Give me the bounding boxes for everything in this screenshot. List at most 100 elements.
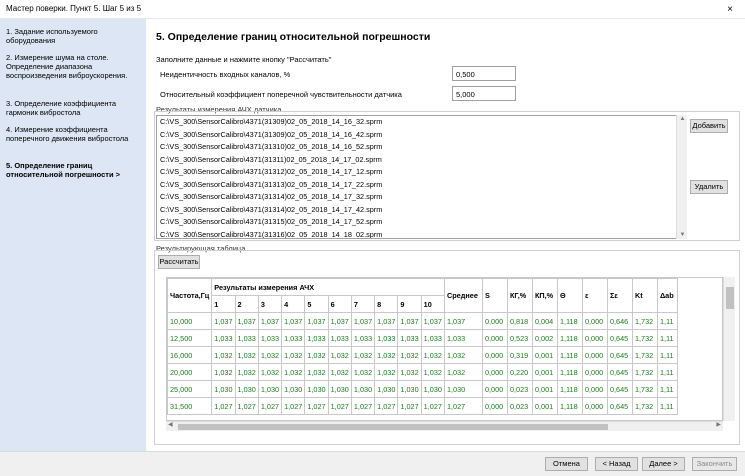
freq-cell[interactable]: 12,500 — [167, 329, 213, 347]
step-5-label-active[interactable]: 5. Определение границ относительной погр… — [6, 161, 142, 179]
stat-cell[interactable]: 1,118 — [556, 329, 583, 347]
list-item[interactable]: C:\VS_300\SensorCalibro\4371(31309)02_05… — [157, 116, 685, 129]
table-row[interactable]: 25,000 1,030 1,030 1,030 1,030 1,030 1,030 1,03… — [167, 380, 678, 398]
measurement-cell[interactable]: 1,030 — [397, 380, 422, 398]
measurement-cell[interactable]: 1,037 — [234, 312, 259, 330]
stat-cell[interactable]: 0,645 — [606, 329, 633, 347]
step-2-label[interactable]: 2. Измерение шума на столе. Определение … — [6, 53, 142, 80]
stat-cell[interactable]: 0,000 — [481, 312, 508, 330]
stat-cell[interactable]: 0,523 — [506, 329, 533, 347]
measurement-cell[interactable]: 1,027 — [304, 397, 329, 415]
measurement-cell[interactable]: 1,037 — [304, 312, 329, 330]
measurement-cell[interactable]: 1,030 — [234, 380, 259, 398]
measurement-cell[interactable]: 1,027 — [374, 397, 399, 415]
nonidentity-input[interactable]: 0,500 — [452, 66, 516, 81]
next-button[interactable]: Далее > — [642, 457, 685, 471]
measurement-cell[interactable]: 1,032 — [374, 363, 399, 381]
stat-cell[interactable]: 1,118 — [556, 346, 583, 364]
stat-cell[interactable]: 1,11 — [656, 363, 678, 381]
cross-sensitivity-input[interactable]: 5,000 — [452, 86, 516, 101]
stat-cell[interactable]: 1,11 — [656, 397, 678, 415]
close-icon[interactable]: × — [715, 0, 745, 19]
measurement-cell[interactable]: 1,032 — [420, 346, 445, 364]
step-3-label[interactable]: 3. Определение коэффициента гармоник виб… — [6, 99, 142, 117]
stat-cell[interactable]: 0,646 — [606, 312, 633, 330]
measurement-cell[interactable]: 1,037 — [281, 312, 306, 330]
stat-cell[interactable]: 1,027 — [443, 397, 483, 415]
stat-cell[interactable]: 0,818 — [506, 312, 533, 330]
stat-cell[interactable]: 1,118 — [556, 380, 583, 398]
measurement-cell[interactable]: 1,030 — [420, 380, 445, 398]
measurement-cell[interactable]: 1,027 — [327, 397, 352, 415]
measurement-cell[interactable]: 1,032 — [397, 346, 422, 364]
measurement-cell[interactable]: 1,032 — [281, 346, 306, 364]
measurement-cell[interactable]: 1,030 — [374, 380, 399, 398]
stat-cell[interactable]: 1,032 — [443, 346, 483, 364]
measurement-cell[interactable]: 1,030 — [304, 380, 329, 398]
measurement-cell[interactable]: 1,032 — [234, 363, 259, 381]
measurement-cell[interactable]: 1,032 — [304, 346, 329, 364]
measurement-cell[interactable]: 1,037 — [420, 312, 445, 330]
measurement-cell[interactable]: 1,037 — [257, 312, 283, 330]
measurement-cell[interactable]: 1,030 — [257, 380, 283, 398]
back-button[interactable]: < Назад — [595, 457, 638, 471]
table-row[interactable]: 20,000 1,032 1,032 1,032 1,032 1,032 1,032 1,03… — [167, 363, 678, 381]
list-item[interactable]: C:\VS_300\SensorCalibro\4371(31316)02_05… — [157, 229, 685, 239]
measurement-cell[interactable]: 1,027 — [350, 397, 376, 415]
freq-cell[interactable]: 20,000 — [167, 363, 213, 381]
measurement-cell[interactable]: 1,033 — [420, 329, 445, 347]
measurement-cell[interactable]: 1,030 — [350, 380, 376, 398]
add-button[interactable]: Добавить — [690, 119, 728, 133]
calculate-button[interactable]: Рассчитать — [158, 255, 200, 269]
measurement-cell[interactable]: 1,032 — [350, 363, 376, 381]
file-list-scrollbar[interactable]: ▲ ▼ — [676, 115, 687, 239]
list-item[interactable]: C:\VS_300\SensorCalibro\4371(31309)02_05… — [157, 129, 685, 142]
stat-cell[interactable]: 1,732 — [631, 380, 658, 398]
list-item[interactable]: C:\VS_300\SensorCalibro\4371(31313)02_05… — [157, 179, 685, 192]
scroll-down-icon[interactable]: ▼ — [677, 232, 688, 238]
stat-cell[interactable]: 0,000 — [581, 329, 608, 347]
measurement-cell[interactable]: 1,037 — [374, 312, 399, 330]
measurement-cell[interactable]: 1,027 — [257, 397, 283, 415]
measurement-cell[interactable]: 1,032 — [234, 346, 259, 364]
scroll-thumb[interactable] — [178, 424, 608, 430]
stat-cell[interactable]: 1,118 — [556, 363, 583, 381]
measurement-cell[interactable]: 1,032 — [374, 346, 399, 364]
stat-cell[interactable]: 0,001 — [531, 397, 558, 415]
stat-cell[interactable]: 0,645 — [606, 363, 633, 381]
measurement-cell[interactable]: 1,032 — [257, 346, 283, 364]
measurement-cell[interactable]: 1,033 — [257, 329, 283, 347]
measurement-cell[interactable]: 1,037 — [211, 312, 236, 330]
stat-cell[interactable]: 0,001 — [531, 380, 558, 398]
measurement-cell[interactable]: 1,033 — [397, 329, 422, 347]
stat-cell[interactable]: 1,118 — [556, 312, 583, 330]
measurement-cell[interactable]: 1,032 — [281, 363, 306, 381]
measurement-cell[interactable]: 1,033 — [327, 329, 352, 347]
measurement-cell[interactable]: 1,032 — [211, 363, 236, 381]
measurement-cell[interactable]: 1,027 — [234, 397, 259, 415]
measurement-cell[interactable]: 1,032 — [327, 346, 352, 364]
stat-cell[interactable]: 1,11 — [656, 329, 678, 347]
result-table-vscroll[interactable] — [723, 277, 735, 421]
stat-cell[interactable]: 0,002 — [531, 329, 558, 347]
stat-cell[interactable]: 1,732 — [631, 312, 658, 330]
table-row[interactable]: 12,500 1,033 1,033 1,033 1,033 1,033 1,033 1,03… — [167, 329, 678, 347]
stat-cell[interactable]: 0,645 — [606, 397, 633, 415]
measurement-cell[interactable]: 1,033 — [374, 329, 399, 347]
stat-cell[interactable]: 0,000 — [481, 329, 508, 347]
stat-cell[interactable]: 0,645 — [606, 380, 633, 398]
measurement-cell[interactable]: 1,033 — [234, 329, 259, 347]
stat-cell[interactable]: 1,11 — [656, 346, 678, 364]
measurement-cell[interactable]: 1,032 — [327, 363, 352, 381]
table-row[interactable]: 16,000 1,032 1,032 1,032 1,032 1,032 1,032 1,03… — [167, 346, 678, 364]
stat-cell[interactable]: 1,030 — [443, 380, 483, 398]
scroll-left-icon[interactable]: ◀ — [168, 421, 173, 428]
stat-cell[interactable]: 0,000 — [581, 380, 608, 398]
stat-cell[interactable]: 1,732 — [631, 346, 658, 364]
stat-cell[interactable]: 0,000 — [481, 380, 508, 398]
stat-cell[interactable]: 1,033 — [443, 329, 483, 347]
measurement-cell[interactable]: 1,027 — [420, 397, 445, 415]
stat-cell[interactable]: 1,037 — [443, 312, 483, 330]
stat-cell[interactable]: 0,001 — [531, 346, 558, 364]
freq-cell[interactable]: 25,000 — [167, 380, 213, 398]
